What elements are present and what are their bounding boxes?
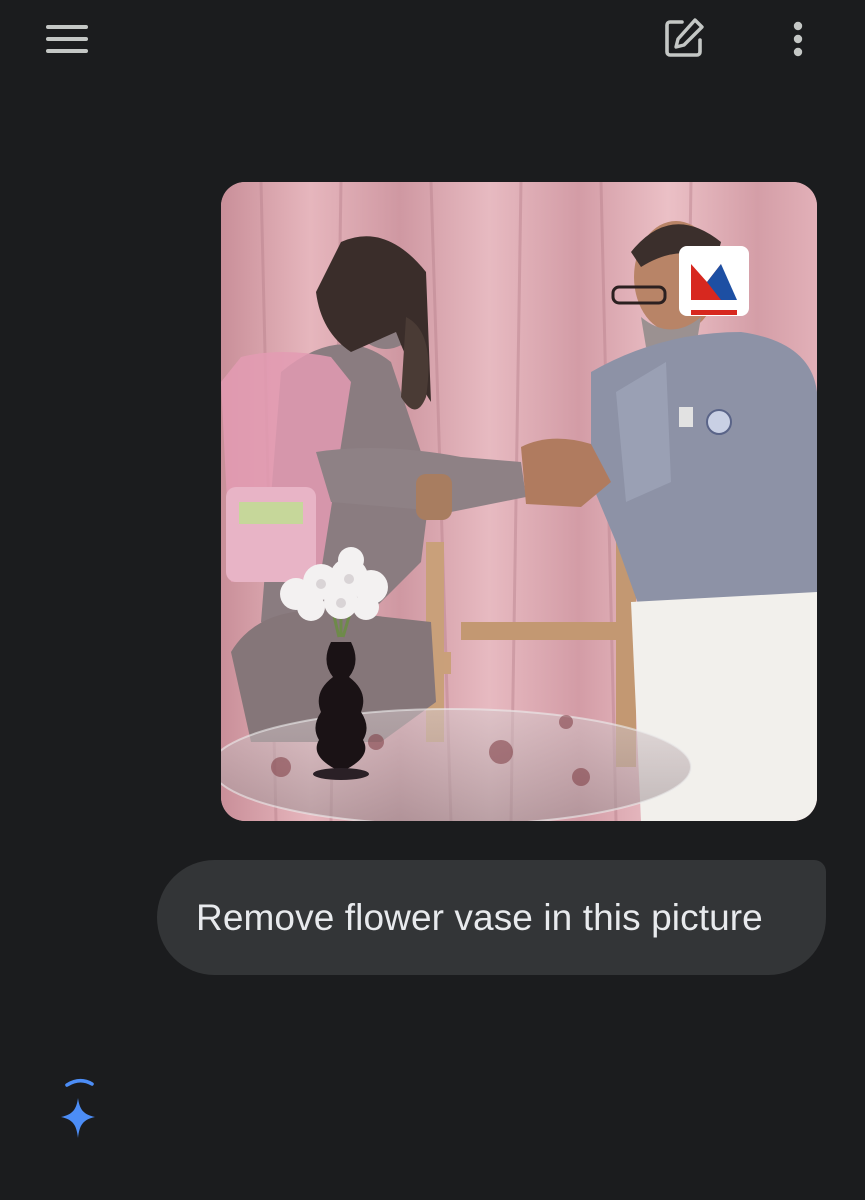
chat-screen: Remove flower vase in this picture [0,0,865,1200]
more-options-button[interactable] [776,14,820,64]
new-chat-button[interactable] [656,12,712,64]
user-uploaded-image[interactable] [221,182,817,821]
more-vert-icon [793,21,803,57]
photo-illustration [221,182,817,821]
menu-button[interactable] [38,14,96,64]
channel-logo [679,246,749,316]
user-message-text: Remove flower vase in this picture [196,896,763,938]
user-message-bubble: Remove flower vase in this picture [157,860,826,975]
edit-square-icon [665,18,704,57]
assistant-response-indicator [52,1076,104,1142]
hamburger-menu-icon [46,25,88,53]
gemini-sparkle-loading-icon [61,1078,95,1138]
